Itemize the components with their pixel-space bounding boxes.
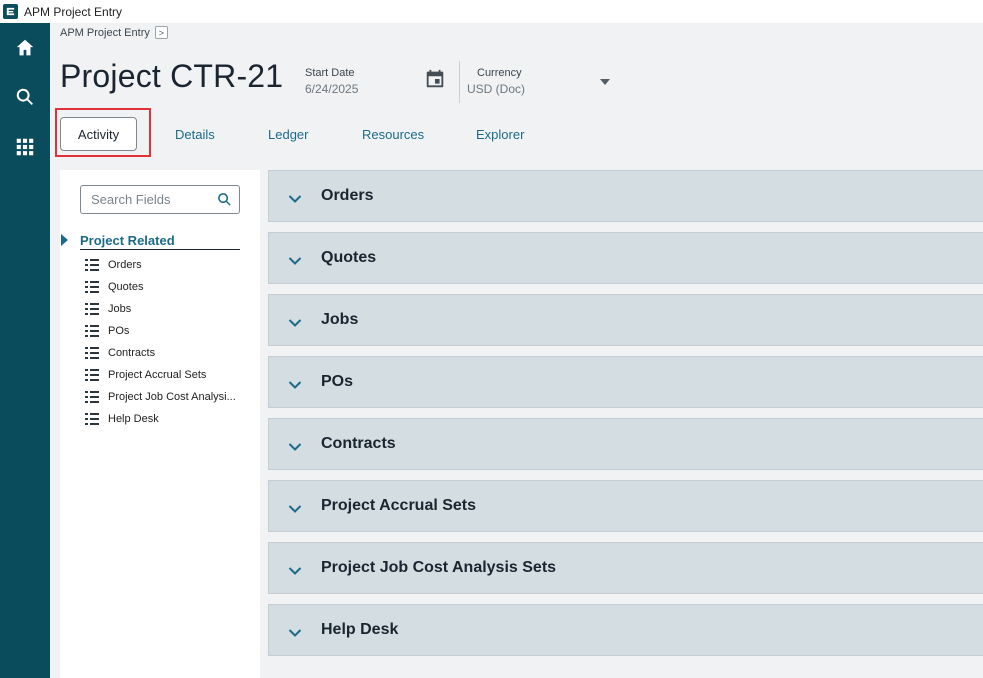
list-icon: [85, 347, 99, 359]
search-fields-box: [80, 185, 240, 214]
nav-group-label: Project Related: [80, 232, 175, 248]
section-title: Orders: [321, 187, 374, 204]
currency-label: Currency: [477, 67, 522, 79]
nav-item-label: Help Desk: [108, 413, 159, 425]
currency-dropdown-icon[interactable]: [600, 79, 610, 85]
app-logo-icon: [3, 4, 18, 19]
section-jobs[interactable]: Jobs: [268, 294, 983, 346]
section-title: Project Accrual Sets: [321, 497, 477, 514]
nav-item-pos[interactable]: POs: [85, 320, 236, 342]
caret-right-icon: [61, 234, 68, 246]
nav-item-project-accrual-sets[interactable]: Project Accrual Sets: [85, 364, 236, 386]
list-icon: [85, 303, 99, 315]
nav-item-label: Project Job Cost Analysi...: [108, 391, 236, 403]
calendar-button[interactable]: [424, 68, 448, 92]
nav-item-label: POs: [108, 325, 130, 337]
nav-item-jobs[interactable]: Jobs: [85, 298, 236, 320]
breadcrumb-label[interactable]: APM Project Entry: [60, 27, 150, 39]
chevron-down-icon: [288, 439, 302, 451]
left-rail: [0, 23, 50, 678]
search-fields-input[interactable]: [91, 192, 211, 207]
nav-item-label: Contracts: [108, 347, 156, 359]
section-title: POs: [321, 373, 354, 390]
search-fields-button[interactable]: [216, 191, 233, 208]
chevron-down-icon: [288, 377, 302, 389]
section-title: Contracts: [321, 435, 396, 452]
nav-list: Orders Quotes Jobs POs Contracts Project…: [85, 254, 236, 430]
section-contracts[interactable]: Contracts: [268, 418, 983, 470]
nav-item-label: Project Accrual Sets: [108, 369, 207, 381]
nav-item-label: Orders: [108, 259, 142, 271]
nav-item-contracts[interactable]: Contracts: [85, 342, 236, 364]
page-title: Project CTR-21: [60, 58, 284, 94]
list-icon: [85, 369, 99, 381]
section-title: Quotes: [321, 249, 377, 266]
apps-button[interactable]: [0, 127, 50, 167]
tab-details[interactable]: Details: [175, 117, 215, 151]
calendar-icon: [426, 69, 444, 88]
field-navigator-panel: Project Related Orders Quotes Jobs POs C…: [60, 170, 260, 678]
breadcrumb: APM Project Entry >: [60, 26, 168, 39]
chevron-down-icon: [288, 625, 302, 637]
chevron-down-icon: [288, 253, 302, 265]
search-icon: [16, 88, 33, 105]
nav-item-quotes[interactable]: Quotes: [85, 276, 236, 298]
nav-item-orders[interactable]: Orders: [85, 254, 236, 276]
section-help-desk[interactable]: Help Desk: [268, 604, 983, 656]
nav-item-label: Quotes: [108, 281, 144, 293]
tab-resources[interactable]: Resources: [362, 117, 424, 151]
header-divider: [459, 61, 460, 103]
list-icon: [85, 281, 99, 293]
list-icon: [85, 259, 99, 271]
list-icon: [85, 413, 99, 425]
nav-item-help-desk[interactable]: Help Desk: [85, 408, 236, 430]
list-icon: [85, 391, 99, 403]
tab-ledger[interactable]: Ledger: [268, 117, 308, 151]
chevron-down-icon: [288, 315, 302, 327]
search-button[interactable]: [0, 77, 50, 117]
section-project-job-cost-analysis-sets[interactable]: Project Job Cost Analysis Sets: [268, 542, 983, 594]
section-title: Project Job Cost Analysis Sets: [321, 559, 557, 576]
list-icon: [85, 325, 99, 337]
magnifier-icon: [218, 193, 231, 206]
chevron-down-icon: [288, 191, 302, 203]
tab-highlight-box: [55, 108, 151, 157]
section-project-accrual-sets[interactable]: Project Accrual Sets: [268, 480, 983, 532]
section-title: Help Desk: [321, 621, 399, 638]
section-orders[interactable]: Orders: [268, 170, 983, 222]
nav-group-project-related[interactable]: Project Related: [60, 230, 240, 250]
start-date-value[interactable]: 6/24/2025: [305, 82, 358, 96]
apps-grid-icon: [16, 138, 34, 156]
home-button[interactable]: [0, 28, 50, 68]
start-date-field[interactable]: Start Date 6/24/2025: [305, 67, 358, 96]
section-quotes[interactable]: Quotes: [268, 232, 983, 284]
section-pos[interactable]: POs: [268, 356, 983, 408]
nav-group-divider: [80, 249, 240, 250]
breadcrumb-arrow-icon[interactable]: >: [154, 26, 168, 39]
chevron-down-icon: [288, 501, 302, 513]
window-titlebar: APM Project Entry: [0, 0, 983, 23]
start-date-label: Start Date: [305, 67, 355, 79]
nav-item-label: Jobs: [108, 303, 132, 315]
section-title: Jobs: [321, 311, 359, 328]
currency-value[interactable]: USD (Doc): [467, 82, 525, 96]
nav-item-project-job-cost-analysis[interactable]: Project Job Cost Analysi...: [85, 386, 236, 408]
tab-explorer[interactable]: Explorer: [476, 117, 524, 151]
window-title: APM Project Entry: [24, 4, 123, 19]
home-icon: [16, 39, 34, 56]
chevron-down-icon: [288, 563, 302, 575]
currency-field[interactable]: Currency USD (Doc): [467, 67, 525, 96]
